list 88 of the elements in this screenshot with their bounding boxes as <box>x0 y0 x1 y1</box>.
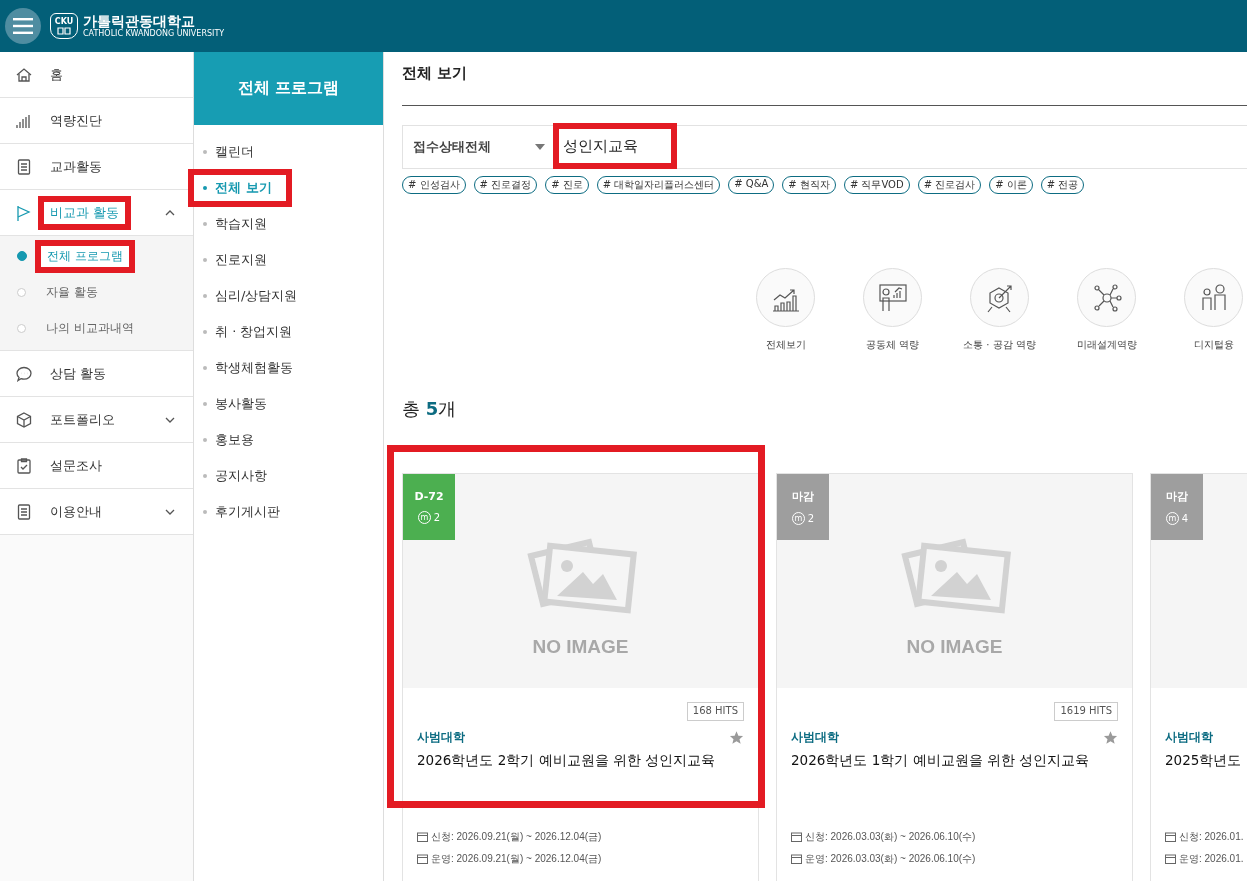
sidebar-subitem[interactable]: 나의 비교과내역 <box>0 310 193 346</box>
submenu-link[interactable]: 봉사활동 <box>215 395 267 413</box>
no-image-label: NO IMAGE <box>906 636 1003 658</box>
star-icon[interactable] <box>729 730 744 745</box>
sidebar-item[interactable]: 역량진단 <box>0 98 193 144</box>
calendar-icon <box>1165 832 1176 842</box>
page-title: 전체 보기 <box>402 52 1247 106</box>
document-icon <box>15 502 33 521</box>
submenu-link[interactable]: 학생체험활동 <box>215 359 293 377</box>
sidebar-label: 설문조사 <box>50 456 102 475</box>
calendar-icon <box>417 832 428 842</box>
calendar-icon <box>417 854 428 864</box>
sidebar-sublabel: 나의 비교과내역 <box>46 319 134 337</box>
sidebar-subitem[interactable]: 자율 활동 <box>0 274 193 310</box>
document-icon <box>15 157 33 176</box>
sidebar-item[interactable]: 이용안내 <box>0 489 193 535</box>
badge-label: 마감 <box>1166 489 1188 504</box>
caret-icon <box>535 144 545 150</box>
sidebar-item[interactable]: 설문조사 <box>0 443 193 489</box>
submenu-title: 전체 프로그램 <box>237 78 340 99</box>
category-label: 미래설계역량 <box>1076 338 1137 352</box>
program-card[interactable]: 마감 m 2 NO IMAGE 1619 HITS 사범대학 2026학년도 1학기 예비교원을 위한 성인지교육 신청: 2026.03.03(화) ~ 2026.06.10(수) 운영: 2026.03.03(화) ~ 2026.06.10(수) <box>776 473 1133 881</box>
sidebar-label: 역량진단 <box>50 111 102 130</box>
star-icon[interactable] <box>1103 730 1118 745</box>
sidebar-label: 이용안내 <box>50 502 102 521</box>
run-period: 운영: 2026.03.03(화) ~ 2026.06.10(수) <box>805 852 976 866</box>
sidebar-item[interactable]: 비교과 활동 <box>0 190 193 236</box>
chat-bubble-icon <box>15 364 33 383</box>
submenu-link[interactable]: 학습지원 <box>215 215 267 233</box>
college-label: 사범대학 <box>1165 729 1213 746</box>
sidebar-subitem[interactable]: 전체 프로그램 <box>0 238 193 274</box>
apply-period: 신청: 2026.03.03(화) ~ 2026.06.10(수) <box>805 830 976 844</box>
hits-count: 168 HITS <box>686 702 744 721</box>
no-image-label: NO IMAGE <box>532 636 629 658</box>
program-title: 2025학년도 <box>1165 752 1243 770</box>
menu-button[interactable] <box>5 8 41 44</box>
apply-period: 신청: 2026.09.21(월) ~ 2026.12.04(금) <box>431 830 602 844</box>
category-label: 소통 · 공감 역량 <box>963 338 1036 352</box>
submenu-link[interactable]: 캘린더 <box>215 143 254 161</box>
logo-mark-text: CKU <box>54 17 74 26</box>
badge-label: D-72 <box>414 490 444 503</box>
sidebar-label: 홈 <box>50 65 63 84</box>
category-label: 공동체 역량 <box>865 338 920 352</box>
submenu-link[interactable]: 공지사항 <box>215 467 267 485</box>
apply-period: 신청: 2026.01. <box>1179 830 1244 844</box>
category-label: 전체보기 <box>765 338 806 352</box>
member-count: 2 <box>433 512 441 523</box>
sidebar-sublabel: 자율 활동 <box>46 283 98 301</box>
status-select[interactable]: 접수상태전체 <box>403 138 553 156</box>
run-period: 운영: 2026.01. <box>1179 852 1244 866</box>
badge-label: 마감 <box>792 489 814 504</box>
run-period: 운영: 2026.09.21(월) ~ 2026.12.04(금) <box>431 852 602 866</box>
logo-subtitle: CATHOLIC KWANDONG UNIVERSITY <box>83 29 225 39</box>
submenu-link[interactable]: 진로지원 <box>215 251 267 269</box>
member-count: 2 <box>807 513 815 524</box>
clipboard-check-icon <box>15 456 33 475</box>
category-label: 디지털융 <box>1193 338 1234 352</box>
menu-icon <box>13 18 33 34</box>
college-label: 사범대학 <box>791 729 839 746</box>
member-count: 4 <box>1181 513 1189 524</box>
college-label: 사범대학 <box>417 729 465 746</box>
sidebar-item[interactable]: 상담 활동 <box>0 351 193 397</box>
sidebar-item[interactable]: 교과활동 <box>0 144 193 190</box>
book-icon <box>57 26 71 35</box>
program-title: 2026학년도 1학기 예비교원을 위한 성인지교육 <box>791 752 1091 770</box>
sidebar-item[interactable]: 포트폴리오 <box>0 397 193 443</box>
presenter-icon <box>876 281 909 314</box>
program-card[interactable]: D-72 m 2 NO IMAGE 168 HITS 사범대학 2026학년도 2학기 예비교원을 위한 성인지교육 신청: 2026.09.21(월) ~ 2026.12.04(금) 운영: 2026.09.21(월) ~ 2026.12.04(금) <box>402 473 759 881</box>
submenu-link[interactable]: 홍보용 <box>215 431 254 449</box>
search-field[interactable]: 성인지교육 <box>553 123 677 169</box>
sidebar-label: 상담 활동 <box>50 364 107 383</box>
sidebar-label: 비교과 활동 <box>50 203 120 222</box>
program-title: 2026학년도 2학기 예비교원을 위한 성인지교육 <box>417 752 717 770</box>
cube-icon <box>15 410 33 429</box>
submenu-link[interactable]: 심리/상담지원 <box>215 287 298 305</box>
calendar-icon <box>791 832 802 842</box>
submenu-link[interactable]: 후기게시판 <box>215 503 280 521</box>
hits-count: 1619 HITS <box>1054 702 1118 721</box>
sidebar-item[interactable]: 홈 <box>0 52 193 98</box>
calendar-icon <box>791 854 802 864</box>
sidebar-label: 교과활동 <box>50 157 102 176</box>
calendar-icon <box>1165 854 1176 864</box>
sidebar-sublabel: 전체 프로그램 <box>47 247 123 265</box>
program-card[interactable]: 마감 m 4 사범대학 2025학년도 신청: 2026.01. 운영: 2026.01. <box>1150 473 1247 881</box>
logo-title: 가톨릭관동대학교 <box>83 13 196 29</box>
result-count: 총 5개 <box>402 397 458 421</box>
sidebar-label: 포트폴리오 <box>50 410 115 429</box>
submenu-link[interactable]: 취 · 창업지원 <box>215 323 293 341</box>
